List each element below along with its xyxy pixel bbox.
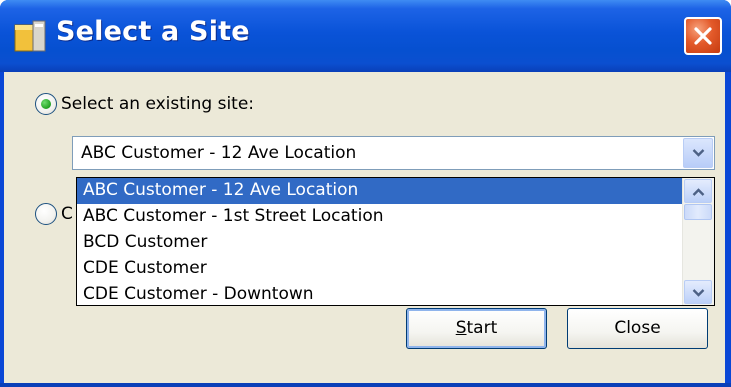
chevron-down-icon	[692, 149, 705, 157]
scroll-down-icon	[692, 289, 705, 297]
close-button[interactable]: Close	[567, 308, 708, 349]
scrollbar-thumb[interactable]	[684, 204, 712, 220]
list-item[interactable]: ABC Customer - 1st Street Location	[77, 204, 683, 230]
title-bar[interactable]: Select a Site	[0, 0, 731, 72]
app-window-icon	[14, 20, 46, 52]
radio-existing-site-label[interactable]: Select an existing site:	[61, 94, 254, 114]
close-icon	[694, 27, 712, 45]
window-title: Select a Site	[56, 16, 250, 47]
start-button[interactable]: Start	[406, 308, 547, 349]
site-dropdown-list[interactable]: ABC Customer - 12 Ave Location ABC Custo…	[76, 177, 715, 306]
window-bottom-border	[0, 383, 731, 387]
radio-checked-dot	[41, 99, 51, 109]
radio-existing-site[interactable]	[35, 93, 57, 115]
start-button-label: tart	[466, 318, 498, 338]
dialog-body: Select an existing site: C ABC Customer …	[4, 72, 725, 383]
list-item[interactable]: BCD Customer	[77, 230, 683, 256]
start-button-mnemonic: S	[455, 318, 467, 338]
scroll-up-icon	[692, 188, 705, 196]
list-item[interactable]: ABC Customer - 12 Ave Location	[77, 178, 683, 204]
dropdown-scrollbar[interactable]	[682, 178, 714, 305]
list-item[interactable]: CDE Customer - Downtown	[77, 282, 683, 305]
select-site-dialog: Select a Site Select an existing site: C…	[0, 0, 731, 387]
list-item[interactable]: CDE Customer	[77, 256, 683, 282]
scroll-up-button[interactable]	[684, 179, 712, 203]
site-combobox[interactable]: ABC Customer - 12 Ave Location	[72, 136, 715, 170]
site-combobox-value: ABC Customer - 12 Ave Location	[81, 143, 357, 163]
scroll-down-button[interactable]	[684, 280, 712, 304]
radio-second-option-label[interactable]: C	[61, 204, 73, 224]
combobox-dropdown-button[interactable]	[683, 138, 713, 168]
close-window-button[interactable]	[684, 17, 722, 55]
radio-second-option[interactable]	[35, 203, 57, 225]
